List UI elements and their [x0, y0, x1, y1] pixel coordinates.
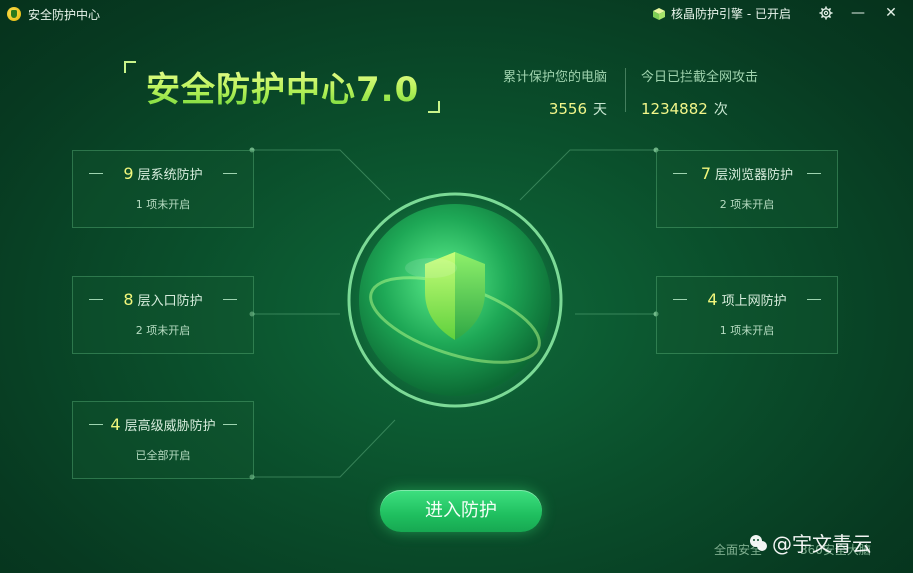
card-title: 4 项上网防护	[657, 290, 837, 309]
shield-orb-icon	[335, 180, 575, 420]
card-title-text: 层系统防护	[137, 168, 203, 183]
card-status: 已全部开启	[135, 449, 191, 462]
card-title-text: 层浏览器防护	[715, 168, 794, 183]
card-title-text: 层高级威胁防护	[124, 419, 216, 434]
card-status: 2 项未开启	[719, 198, 775, 211]
card-number: 7	[700, 164, 712, 183]
card-status: 1 项未开启	[719, 324, 775, 337]
card-browser-protection[interactable]: 7 层浏览器防护 2 项未开启	[656, 150, 838, 228]
card-title: 9 层系统防护	[73, 164, 253, 183]
card-number: 4	[707, 290, 718, 309]
card-system-protection[interactable]: 9 层系统防护 1 项未开启	[72, 150, 254, 228]
enter-protection-button[interactable]: 进入防护	[380, 490, 542, 532]
card-advanced-threat-protection[interactable]: 4 层高级威胁防护 已全部开启	[72, 401, 254, 479]
card-status: 1 项未开启	[135, 198, 191, 211]
card-title: 4 层高级威胁防护	[73, 415, 253, 434]
watermark: @宇文青云	[748, 528, 872, 557]
watermark-text: @宇文青云	[772, 532, 872, 556]
watermark-icon	[750, 534, 767, 551]
card-number: 9	[123, 164, 134, 183]
card-status: 2 项未开启	[135, 324, 191, 337]
card-number: 8	[123, 290, 134, 309]
card-title-text: 项上网防护	[721, 294, 787, 309]
card-entry-protection[interactable]: 8 层入口防护 2 项未开启	[72, 276, 254, 354]
card-title: 8 层入口防护	[73, 290, 253, 309]
card-title-text: 层入口防护	[137, 294, 203, 309]
card-title: 7 层浏览器防护	[657, 164, 837, 183]
card-number: 4	[110, 415, 121, 434]
card-internet-protection[interactable]: 4 项上网防护 1 项未开启	[656, 276, 838, 354]
